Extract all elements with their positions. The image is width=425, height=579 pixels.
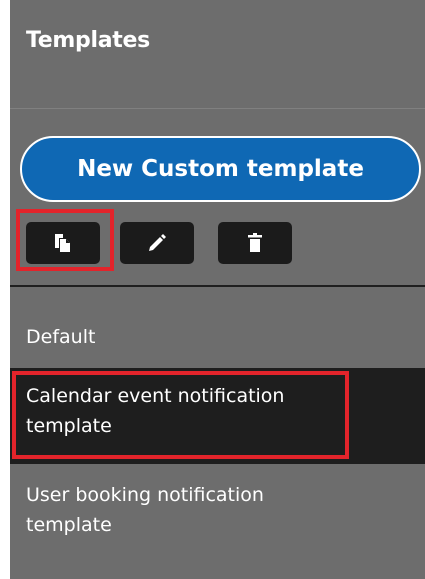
trash-icon xyxy=(247,233,263,253)
template-item-calendar-event[interactable]: Calendar event notification template xyxy=(10,368,425,464)
copy-template-button[interactable] xyxy=(26,222,100,264)
panel-title: Templates xyxy=(26,28,150,53)
new-custom-template-button[interactable]: New Custom template xyxy=(20,136,421,202)
divider xyxy=(10,285,425,287)
template-item-default[interactable]: Default xyxy=(10,322,425,352)
divider xyxy=(10,108,425,109)
template-item-user-booking[interactable]: User booking notification template xyxy=(10,480,425,540)
copy-icon xyxy=(54,233,72,253)
edit-template-button[interactable] xyxy=(120,222,194,264)
delete-template-button[interactable] xyxy=(218,222,292,264)
pencil-icon xyxy=(147,233,167,253)
templates-panel: Templates New Custom template Default Ca… xyxy=(10,0,425,579)
